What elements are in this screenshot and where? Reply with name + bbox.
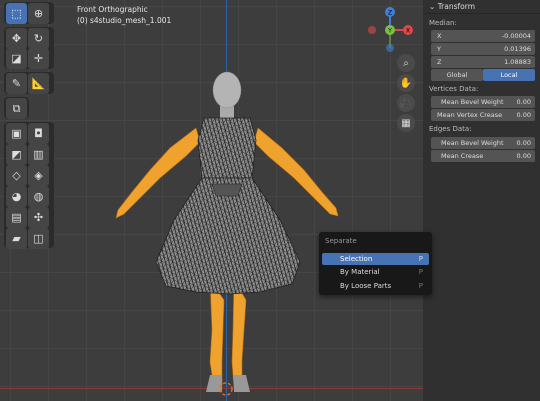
loop-cut-icon[interactable]: ▥ <box>28 144 49 165</box>
transform-header[interactable]: ⌄ Transform <box>423 0 540 14</box>
shrink-fatten-icon[interactable]: ✣ <box>28 207 49 228</box>
median-label: Median: <box>429 19 457 27</box>
gizmo-z-label: Z <box>388 10 392 17</box>
right-leg <box>231 278 247 389</box>
transform-icon[interactable]: ✛ <box>28 48 49 69</box>
smooth-icon[interactable]: ◍ <box>28 186 49 207</box>
pan-hand-icon[interactable]: ✋ <box>397 74 415 92</box>
transform-sidebar: ⌄ Transform Median: X -0.00004 Y 0.01396 Z… <box>423 0 540 401</box>
head <box>212 71 242 109</box>
select-box-icon[interactable]: ⬚ <box>6 3 27 24</box>
separate-menu: Separate Selection P By Material P By Loos… <box>319 232 432 295</box>
median-x-field[interactable]: X -0.00004 <box>431 30 535 42</box>
edge-bevel-weight-field[interactable]: Mean Bevel Weight 0.00 <box>431 137 535 149</box>
chevron-down-icon: ⌄ <box>429 2 436 11</box>
camera-icon[interactable]: 🎥 <box>397 94 415 112</box>
viewport-title: Front Orthographic (0) s4studio_mesh_1.0… <box>77 4 171 26</box>
object-name: (0) s4studio_mesh_1.001 <box>77 16 172 25</box>
inset-icon[interactable]: ◘ <box>28 123 49 144</box>
poly-build-icon[interactable]: ◈ <box>28 165 49 186</box>
transform-header-label: Transform <box>437 2 475 11</box>
vertex-crease-field[interactable]: Mean Vertex Crease 0.00 <box>431 109 535 121</box>
ortho-grid-icon[interactable]: ▦ <box>397 114 415 132</box>
edge-crease-field[interactable]: Mean Crease 0.00 <box>431 150 535 162</box>
scale-icon[interactable]: ◪ <box>6 48 27 69</box>
gizmo-x-label: X <box>406 28 410 35</box>
waist-bow <box>211 183 243 197</box>
vertex-bevel-weight-field[interactable]: Mean Bevel Weight 0.00 <box>431 96 535 108</box>
navigation-gizmo[interactable]: X Z Y <box>364 4 416 56</box>
annotate-icon[interactable]: ✎ <box>6 73 27 94</box>
menu-item-selection[interactable]: Selection P <box>322 253 429 265</box>
bodice <box>197 117 257 179</box>
menu-item-by-loose-parts[interactable]: By Loose Parts P <box>322 280 429 292</box>
add-cube-icon[interactable]: ⧉ <box>6 98 27 119</box>
global-toggle[interactable]: Global <box>431 69 483 81</box>
view-name: Front Orthographic <box>77 5 148 14</box>
zoom-icon[interactable]: ⌕ <box>397 54 415 72</box>
edge-slide-icon[interactable]: ▤ <box>6 207 27 228</box>
rip-region-icon[interactable]: ◫ <box>28 228 49 249</box>
gizmo-neg-z-icon <box>386 44 394 52</box>
knife-icon[interactable]: ◇ <box>6 165 27 186</box>
bevel-icon[interactable]: ◩ <box>6 144 27 165</box>
extrude-icon[interactable]: ▣ <box>6 123 27 144</box>
gizmo-neg-x-icon <box>368 26 376 34</box>
rotate-icon[interactable]: ↻ <box>28 28 49 49</box>
right-foot <box>234 375 250 392</box>
measure-icon[interactable]: 📐 <box>28 73 49 94</box>
shear-icon[interactable]: ▰ <box>6 228 27 249</box>
vertices-data-label: Vertices Data: <box>429 85 479 93</box>
cursor-icon[interactable]: ⊕ <box>28 3 49 24</box>
spin-icon[interactable]: ◕ <box>6 186 27 207</box>
median-z-field[interactable]: Z 1.08883 <box>431 56 535 68</box>
separate-menu-title: Separate <box>325 237 357 245</box>
local-toggle[interactable]: Local <box>483 69 535 81</box>
move-icon[interactable]: ✥ <box>6 28 27 49</box>
gizmo-y-label: Y <box>387 28 392 35</box>
left-leg <box>209 278 225 389</box>
median-y-field[interactable]: Y 0.01396 <box>431 43 535 55</box>
menu-item-by-material[interactable]: By Material P <box>322 266 429 278</box>
edges-data-label: Edges Data: <box>429 125 472 133</box>
